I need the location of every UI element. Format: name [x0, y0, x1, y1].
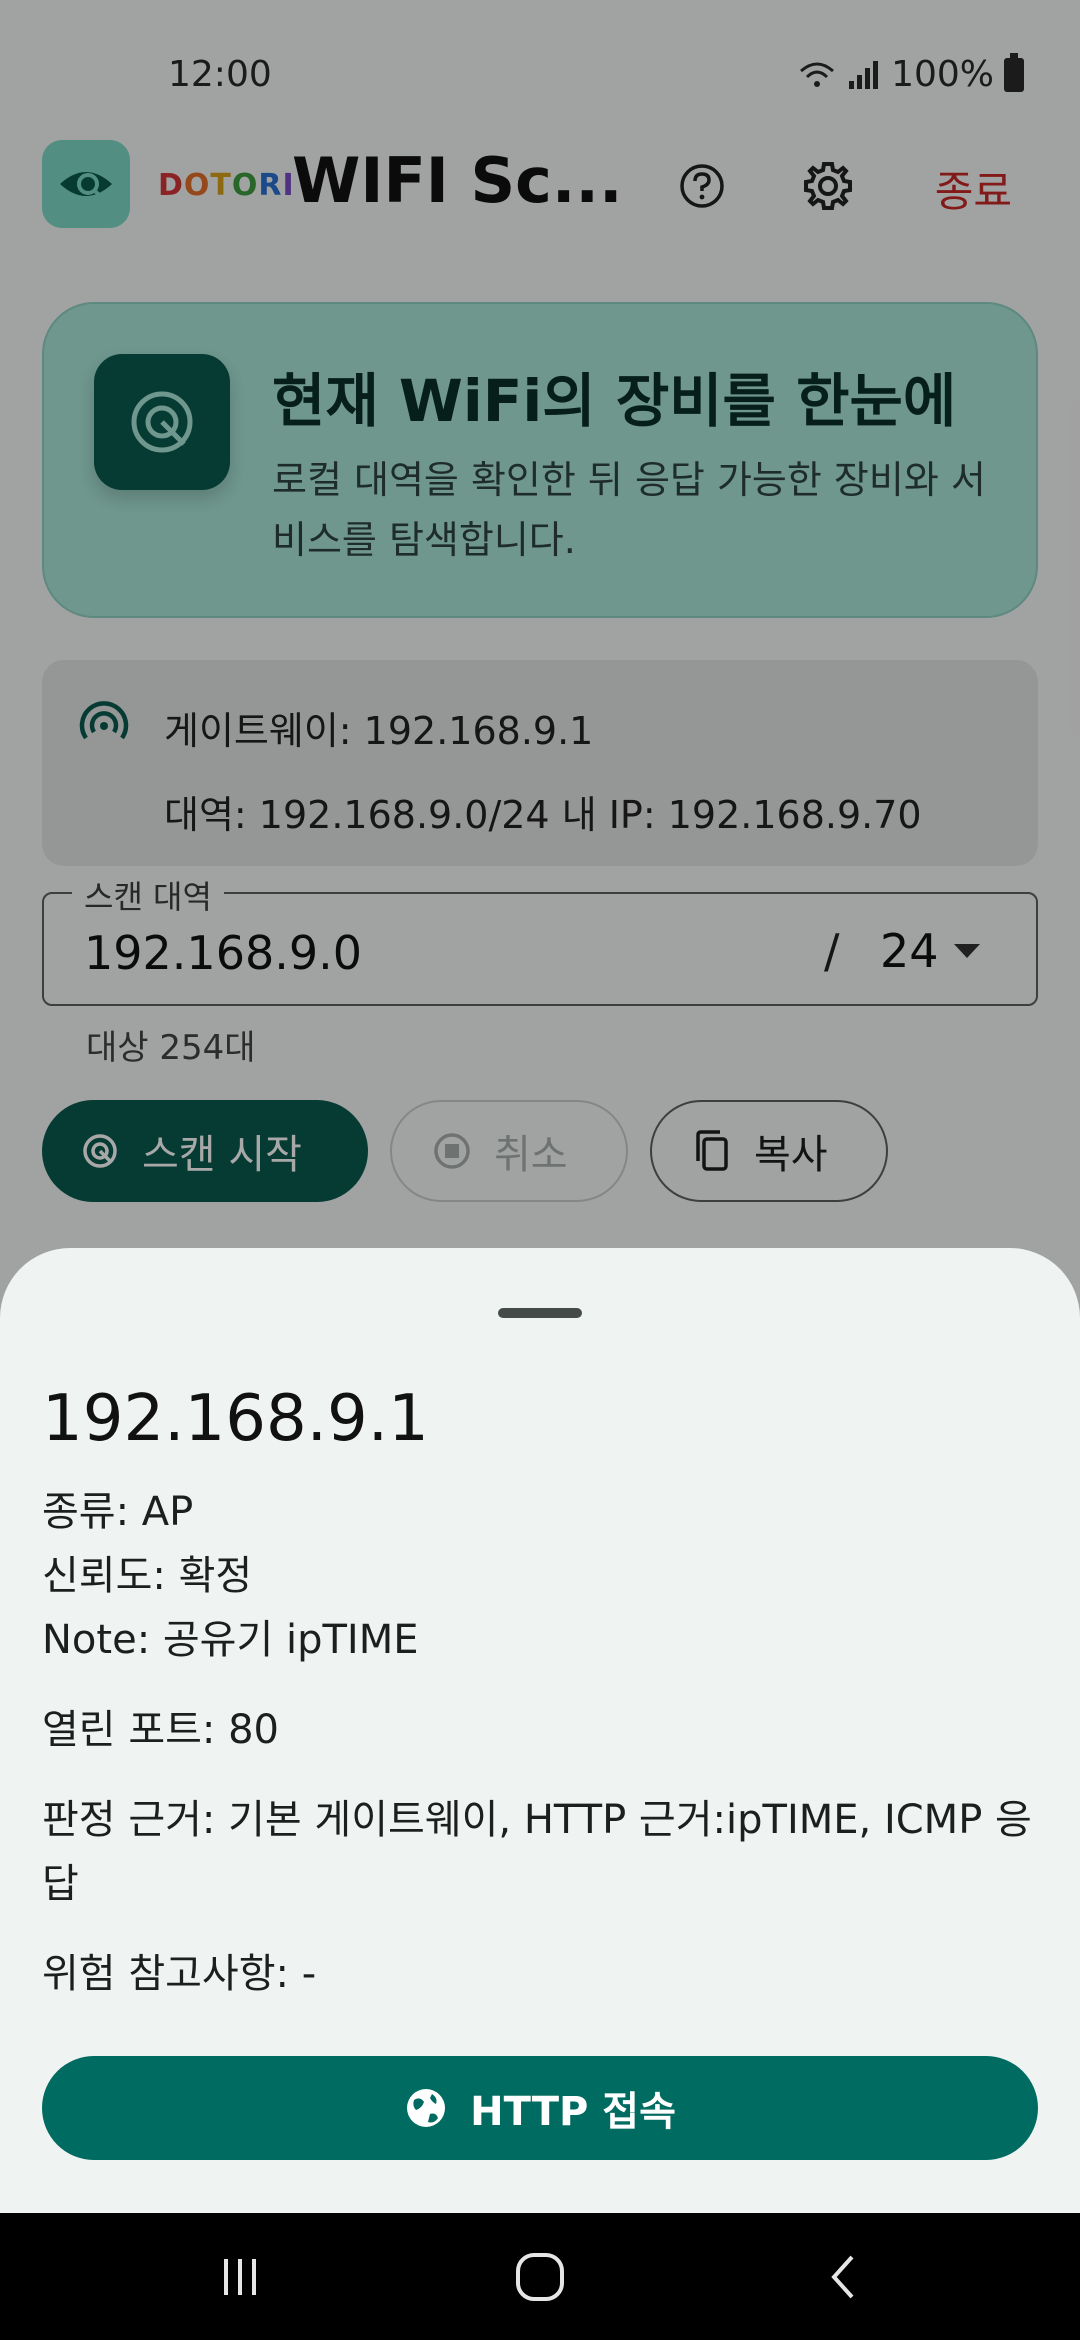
evidence: 판정 근거: 기본 게이트웨이, HTTP 근거:ipTIME, ICMP 응답 — [42, 1797, 1032, 1907]
device-detail-sheet: 192.168.9.1 종류: AP 신뢰도: 확정 Note: 공유기 ipT… — [0, 1248, 1080, 2213]
device-confidence: 신뢰도: 확정 — [42, 1553, 253, 1599]
back-button[interactable] — [812, 2249, 876, 2305]
http-connect-label: HTTP 접속 — [470, 2089, 676, 2135]
recent-apps-icon — [224, 2259, 256, 2295]
drag-handle[interactable] — [498, 1308, 582, 1318]
globe-icon — [407, 2089, 446, 2127]
http-connect-button[interactable]: HTTP 접속 — [42, 2056, 1038, 2160]
device-ip-title: 192.168.9.1 — [42, 1382, 429, 1456]
risk-notes: 위험 참고사항: - — [42, 1951, 317, 1997]
home-button[interactable] — [508, 2249, 572, 2305]
system-nav-bar — [0, 2213, 1080, 2340]
device-note: Note: 공유기 ipTIME — [42, 1617, 419, 1663]
recent-apps-button[interactable] — [208, 2249, 272, 2305]
home-icon — [516, 2253, 564, 2301]
device-details: 종류: AP 신뢰도: 확정 Note: 공유기 ipTIME 열린 포트: 8… — [42, 1480, 1042, 2006]
back-icon — [831, 2255, 854, 2299]
open-ports: 열린 포트: 80 — [42, 1707, 280, 1753]
device-type: 종류: AP — [42, 1489, 194, 1535]
